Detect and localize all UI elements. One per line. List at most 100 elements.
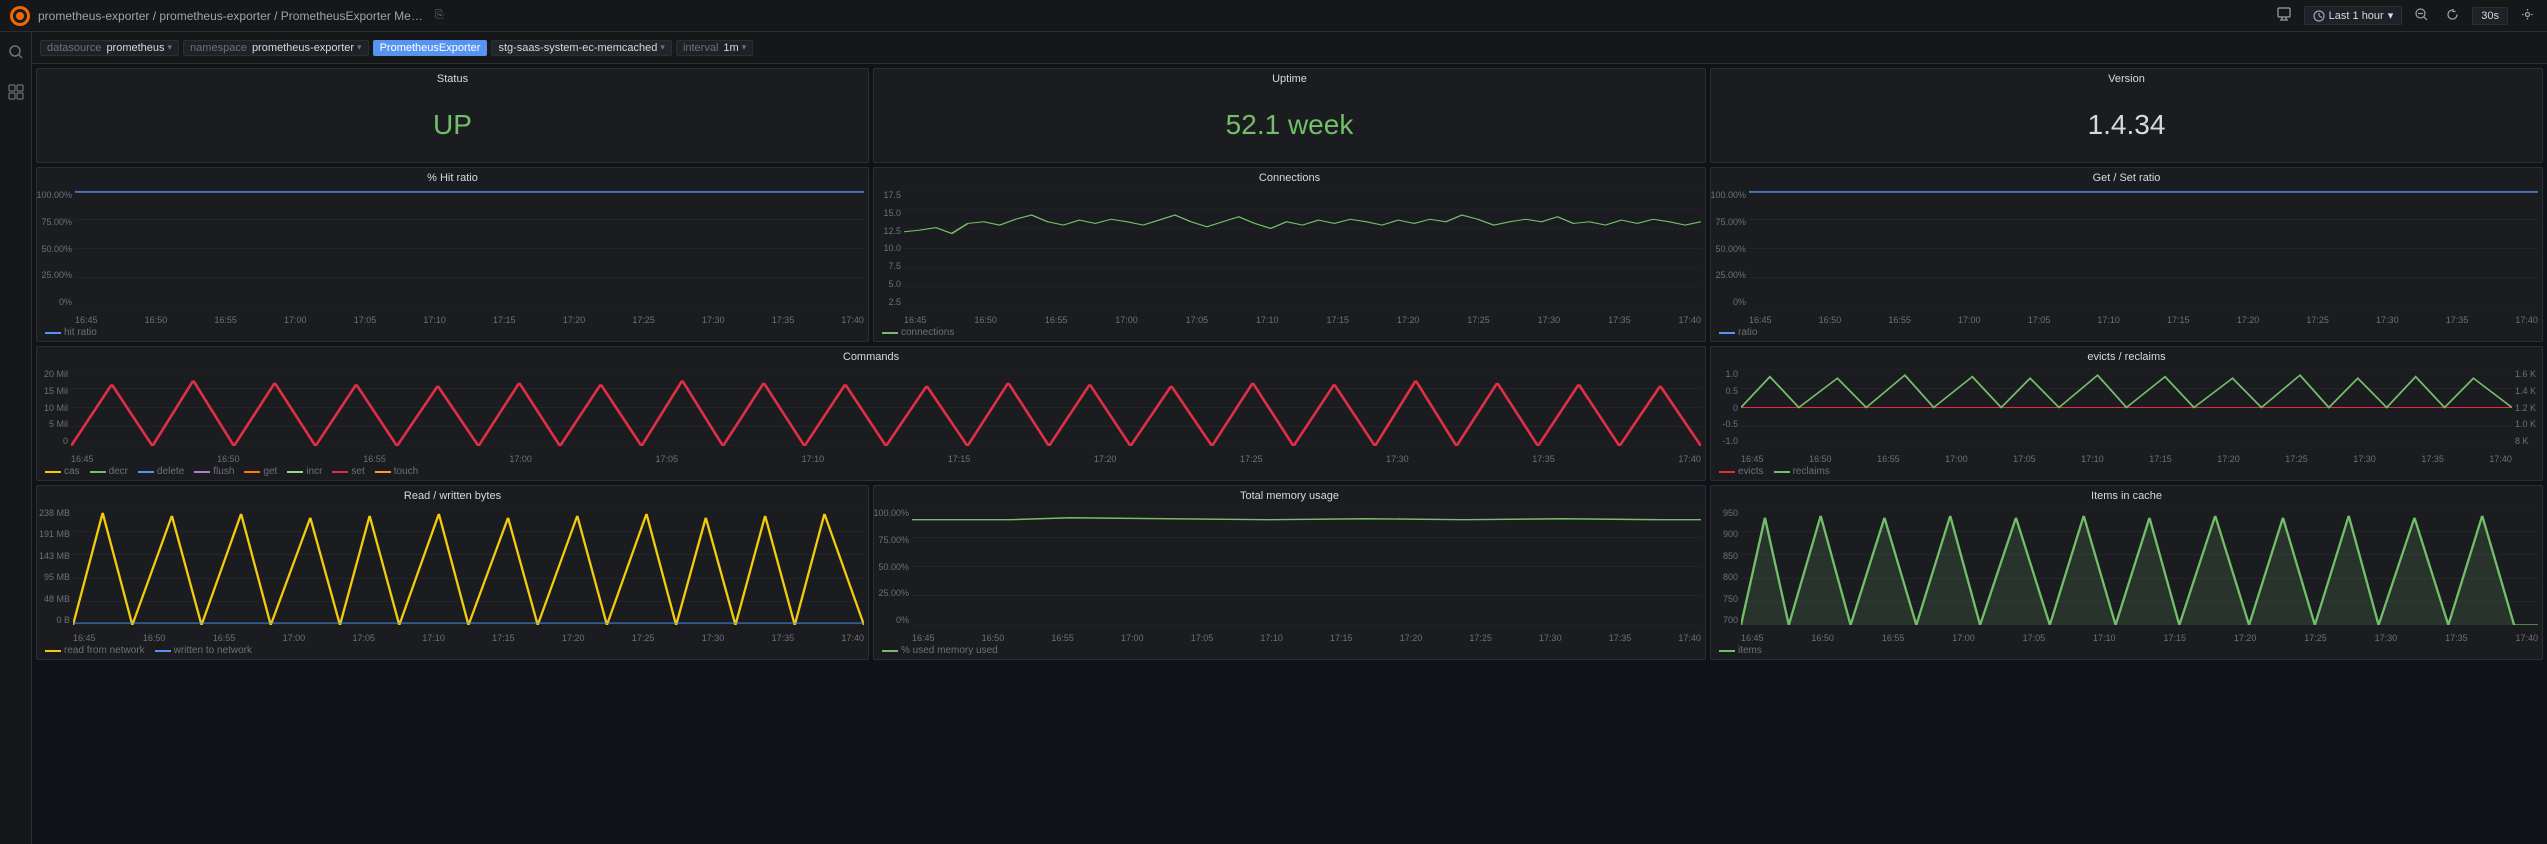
read-write-legend-write: written to network [155, 645, 252, 656]
target-filter[interactable]: stg-saas-system-ec-memcached ▾ [491, 40, 671, 56]
items-cache-y-axis: 950900850800750700 [1711, 508, 1741, 625]
commands-legend-incr: incr [287, 466, 322, 477]
hit-ratio-panel: % Hit ratio 100.00%75.00%50.00%25.00%0% … [36, 167, 869, 342]
read-write-panel: Read / written bytes 238 MB191 MB143 MB9… [36, 485, 869, 660]
items-cache-panel: Items in cache 950900850800750700 [1710, 485, 2543, 660]
breadcrumb: prometheus-exporter / prometheus-exporte… [38, 9, 423, 23]
datasource-value: prometheus [106, 42, 164, 54]
top-bar-left: prometheus-exporter / prometheus-exporte… [8, 4, 444, 28]
evicts-legend-reclaims: reclaims [1774, 466, 1830, 477]
sidebar-search-icon[interactable] [4, 40, 28, 64]
evicts-y-axis-right: 1.6 K1.4 K1.2 K1.0 K8 K [2512, 369, 2542, 446]
read-write-title: Read / written bytes [37, 486, 868, 504]
grafana-logo [8, 4, 32, 28]
commands-legend-touch: touch [375, 466, 418, 477]
total-memory-panel: Total memory usage 100.00%75.00%50.00%25… [873, 485, 1706, 660]
connections-panel: Connections 17.515.012.510.07.55.02.5 [873, 167, 1706, 342]
namespace-filter[interactable]: namespace prometheus-exporter ▾ [183, 40, 369, 56]
filter-bar: datasource prometheus ▾ namespace promet… [32, 32, 2547, 64]
read-write-chart-area: 238 MB191 MB143 MB95 MB48 MB0 B 16:4516:… [37, 504, 868, 643]
hit-ratio-y-axis: 100.00%75.00%50.00%25.00%0% [37, 190, 75, 307]
uptime-panel: Uptime 52.1 week [873, 68, 1706, 163]
total-memory-svg [912, 508, 1701, 625]
refresh-picker-button[interactable] [2441, 6, 2464, 26]
hit-ratio-svg [75, 190, 864, 307]
top-bar: prometheus-exporter / prometheus-exporte… [0, 0, 2547, 32]
total-memory-title: Total memory usage [874, 486, 1705, 504]
settings-button[interactable] [2516, 6, 2539, 26]
get-set-ratio-panel: Get / Set ratio 100.00%75.00%50.00%25.00… [1710, 167, 2543, 342]
read-write-x-axis: 16:4516:5016:5517:0017:0517:1017:1517:20… [73, 633, 864, 643]
refresh-interval-button[interactable]: 30s [2472, 7, 2508, 25]
namespace-label: namespace [190, 42, 247, 54]
commands-legend-get: get [244, 466, 277, 477]
top-bar-right: Last 1 hour ▾ 30s [2272, 5, 2539, 26]
sidebar-dashboard-icon[interactable] [4, 80, 28, 104]
target-caret: ▾ [660, 42, 665, 53]
commands-legend-set: set [332, 466, 364, 477]
active-tab-label: PrometheusExporter [380, 42, 481, 54]
monitor-button[interactable] [2272, 5, 2296, 26]
interval-caret: ▾ [742, 42, 747, 53]
interval-label: interval [683, 42, 718, 54]
evicts-panel: evicts / reclaims 1.00.50-0.5-1.0 1.6 K1… [1710, 346, 2543, 481]
hit-ratio-legend: hit ratio [37, 325, 868, 341]
items-cache-x-axis: 16:4516:5016:5517:0017:0517:1017:1517:20… [1741, 633, 2538, 643]
hit-ratio-x-axis: 16:4516:5016:5517:0017:0517:1017:1517:20… [75, 315, 864, 325]
commands-chart-area: 20 Mil15 Mil10 Mil5 Mil0 16:4516:5016:55… [37, 365, 1705, 464]
target-value: stg-saas-system-ec-memcached [498, 42, 657, 54]
connections-title: Connections [874, 168, 1705, 186]
hit-ratio-chart-area: 100.00%75.00%50.00%25.00%0% 16:4516:5016… [37, 186, 868, 325]
zoom-out-button[interactable] [2410, 6, 2433, 26]
namespace-caret: ▾ [357, 42, 362, 53]
commands-x-axis: 16:4516:5016:5517:0017:0517:1017:1517:20… [71, 454, 1701, 464]
get-set-ratio-chart-area: 100.00%75.00%50.00%25.00%0% 16:4516:5016… [1711, 186, 2542, 325]
status-title: Status [37, 69, 868, 87]
dashboard-grid: Status UP Uptime 52.1 week Version 1.4.3… [32, 64, 2547, 844]
read-write-y-axis: 238 MB191 MB143 MB95 MB48 MB0 B [37, 508, 73, 625]
connections-chart-area: 17.515.012.510.07.55.02.5 16:4516:5016:5… [874, 186, 1705, 325]
share-icon[interactable]: ⎘ [435, 9, 444, 22]
datasource-caret: ▾ [168, 42, 173, 53]
main-content: datasource prometheus ▾ namespace promet… [32, 32, 2547, 844]
version-content: 1.4.34 [1711, 87, 2542, 162]
commands-legend-flush: flush [194, 466, 234, 477]
uptime-content: 52.1 week [874, 87, 1705, 162]
items-cache-legend: items [1711, 643, 2542, 659]
commands-legend-delete: delete [138, 466, 184, 477]
total-memory-y-axis: 100.00%75.00%50.00%25.00%0% [874, 508, 912, 625]
interval-value: 1m [723, 42, 738, 54]
total-memory-x-axis: 16:4516:5016:5517:0017:0517:1017:1517:20… [912, 633, 1701, 643]
get-set-ratio-y-axis: 100.00%75.00%50.00%25.00%0% [1711, 190, 1749, 307]
read-write-legend-read: read from network [45, 645, 145, 656]
commands-legend-cas: cas [45, 466, 80, 477]
evicts-title: evicts / reclaims [1711, 347, 2542, 365]
connections-y-axis: 17.515.012.510.07.55.02.5 [874, 190, 904, 307]
version-panel: Version 1.4.34 [1710, 68, 2543, 163]
interval-filter[interactable]: interval 1m ▾ [676, 40, 753, 56]
read-write-legend: read from network written to network [37, 643, 868, 659]
connections-svg [904, 190, 1701, 307]
commands-y-axis: 20 Mil15 Mil10 Mil5 Mil0 [37, 369, 71, 446]
evicts-chart-area: 1.00.50-0.5-1.0 1.6 K1.4 K1.2 K1.0 K8 K [1711, 365, 2542, 464]
read-write-svg [73, 508, 864, 625]
items-cache-title: Items in cache [1711, 486, 2542, 504]
time-range-button[interactable]: Last 1 hour ▾ [2304, 6, 2403, 25]
items-cache-chart-area: 950900850800750700 16:4516:5016:5517:001… [1711, 504, 2542, 643]
items-cache-svg [1741, 508, 2538, 625]
datasource-filter[interactable]: datasource prometheus ▾ [40, 40, 179, 56]
total-memory-legend-item: % used memory used [882, 645, 998, 656]
prometheus-exporter-tab[interactable]: PrometheusExporter [373, 40, 488, 56]
evicts-x-axis: 16:4516:5016:5517:0017:0517:1017:1517:20… [1741, 454, 2512, 464]
commands-legend: cas decr delete flush get incr set touch [37, 464, 1705, 480]
hit-ratio-title: % Hit ratio [37, 168, 868, 186]
time-range-caret: ▾ [2388, 9, 2394, 22]
commands-svg [71, 369, 1701, 446]
get-set-ratio-svg [1749, 190, 2538, 307]
version-value: 1.4.34 [2088, 109, 2166, 141]
items-cache-legend-item: items [1719, 645, 1762, 656]
total-memory-legend: % used memory used [874, 643, 1705, 659]
evicts-y-axis-left: 1.00.50-0.5-1.0 [1711, 369, 1741, 446]
commands-legend-decr: decr [90, 466, 128, 477]
datasource-label: datasource [47, 42, 101, 54]
